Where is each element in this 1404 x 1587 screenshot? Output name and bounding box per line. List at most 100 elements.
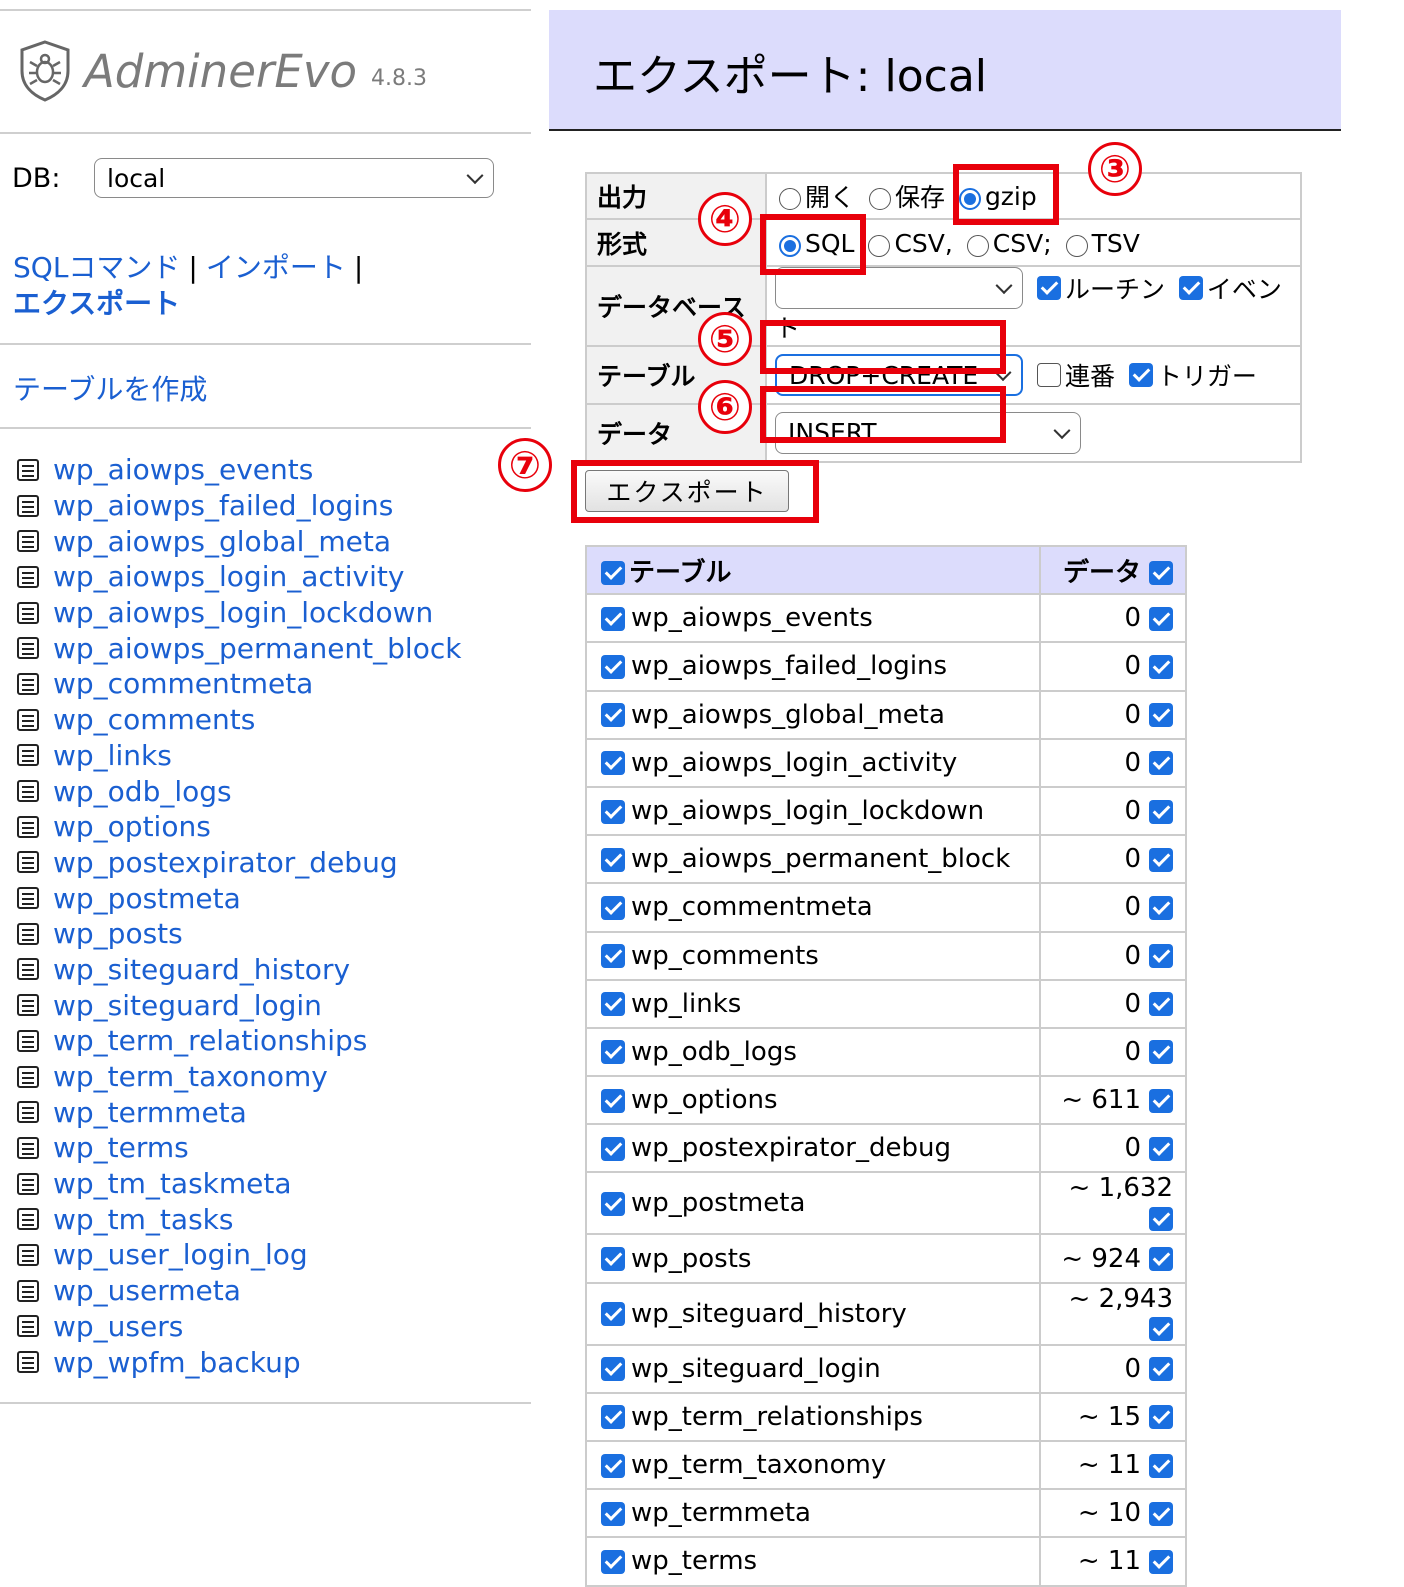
table-checkbox[interactable] xyxy=(601,847,625,872)
sidebar-table-link[interactable]: wp_options xyxy=(53,810,211,843)
sidebar-table-link[interactable]: wp_users xyxy=(53,1310,183,1343)
import-link[interactable]: インポート xyxy=(206,251,346,284)
table-icon[interactable] xyxy=(17,1136,39,1159)
format-csv-semicolon-radio[interactable] xyxy=(966,235,989,258)
create-table-link[interactable]: テーブルを作成 xyxy=(13,368,207,408)
table-checkbox[interactable] xyxy=(601,895,625,920)
data-checkbox[interactable] xyxy=(1149,751,1173,776)
table-checkbox[interactable] xyxy=(601,1302,625,1327)
select-all-tables-checkbox[interactable] xyxy=(601,561,625,586)
sidebar-table-item[interactable]: wp_aiowps_failed_logins xyxy=(17,488,461,524)
sidebar-table-link[interactable]: wp_posts xyxy=(53,917,183,950)
table-icon[interactable] xyxy=(17,1029,39,1052)
data-checkbox[interactable] xyxy=(1149,895,1173,920)
sidebar-table-item[interactable]: wp_tm_taskmeta xyxy=(17,1166,461,1202)
sidebar-table-link[interactable]: wp_siteguard_history xyxy=(53,953,350,986)
db-select[interactable]: local xyxy=(94,158,494,198)
sidebar-table-link[interactable]: wp_links xyxy=(53,739,172,772)
table-icon[interactable] xyxy=(17,1065,39,1088)
table-checkbox[interactable] xyxy=(601,1088,625,1113)
export-link[interactable]: エクスポート xyxy=(13,287,180,320)
table-icon[interactable] xyxy=(17,922,39,945)
data-checkbox[interactable] xyxy=(1149,1088,1173,1113)
table-icon[interactable] xyxy=(17,1279,39,1302)
table-icon[interactable] xyxy=(17,530,39,553)
sidebar-table-link[interactable]: wp_aiowps_login_activity xyxy=(53,560,404,593)
data-checkbox[interactable] xyxy=(1149,1136,1173,1161)
table-icon[interactable] xyxy=(17,1315,39,1338)
data-checkbox[interactable] xyxy=(1149,1405,1173,1430)
data-checkbox[interactable] xyxy=(1149,944,1173,969)
table-icon[interactable] xyxy=(17,565,39,588)
sidebar-table-item[interactable]: wp_links xyxy=(17,738,461,774)
sidebar-table-item[interactable]: wp_aiowps_events xyxy=(17,452,461,488)
table-icon[interactable] xyxy=(17,494,39,517)
triggers-checkbox[interactable] xyxy=(1128,363,1153,387)
table-checkbox[interactable] xyxy=(601,992,625,1017)
data-checkbox[interactable] xyxy=(1149,1247,1173,1272)
table-icon[interactable] xyxy=(17,780,39,803)
sidebar-table-link[interactable]: wp_postexpirator_debug xyxy=(53,846,398,879)
export-button[interactable]: エクスポート xyxy=(585,470,789,512)
sidebar-table-item[interactable]: wp_termmeta xyxy=(17,1094,461,1130)
table-checkbox[interactable] xyxy=(601,1453,625,1478)
table-icon[interactable] xyxy=(17,1208,39,1231)
table-checkbox[interactable] xyxy=(601,944,625,969)
sidebar-table-item[interactable]: wp_options xyxy=(17,809,461,845)
sidebar-table-link[interactable]: wp_comments xyxy=(53,703,255,736)
data-checkbox[interactable] xyxy=(1149,606,1173,631)
table-checkbox[interactable] xyxy=(601,799,625,824)
data-checkbox[interactable] xyxy=(1149,1317,1173,1342)
select-all-data-checkbox[interactable] xyxy=(1149,561,1173,586)
table-checkbox[interactable] xyxy=(601,1040,625,1065)
sidebar-table-item[interactable]: wp_usermeta xyxy=(17,1273,461,1309)
events-checkbox[interactable] xyxy=(1178,276,1203,300)
auto-increment-checkbox[interactable] xyxy=(1036,363,1061,387)
sidebar-table-item[interactable]: wp_term_taxonomy xyxy=(17,1059,461,1095)
table-checkbox[interactable] xyxy=(601,1501,625,1526)
table-checkbox[interactable] xyxy=(601,1136,625,1161)
sidebar-table-link[interactable]: wp_term_relationships xyxy=(53,1024,367,1057)
sidebar-table-link[interactable]: wp_aiowps_events xyxy=(53,453,313,486)
sidebar-table-item[interactable]: wp_postexpirator_debug xyxy=(17,845,461,881)
data-checkbox[interactable] xyxy=(1149,1453,1173,1478)
sidebar-table-item[interactable]: wp_aiowps_login_activity xyxy=(17,559,461,595)
table-icon[interactable] xyxy=(17,958,39,981)
data-checkbox[interactable] xyxy=(1149,1549,1173,1574)
table-icon[interactable] xyxy=(17,1101,39,1124)
sidebar-table-item[interactable]: wp_tm_tasks xyxy=(17,1201,461,1237)
output-save-radio[interactable] xyxy=(868,188,891,210)
sidebar-table-link[interactable]: wp_tm_taskmeta xyxy=(53,1167,292,1200)
sidebar-table-item[interactable]: wp_siteguard_history xyxy=(17,952,461,988)
sidebar-table-item[interactable]: wp_aiowps_global_meta xyxy=(17,523,461,559)
table-icon[interactable] xyxy=(17,887,39,910)
table-checkbox[interactable] xyxy=(601,606,625,631)
sidebar-table-link[interactable]: wp_commentmeta xyxy=(53,667,313,700)
data-checkbox[interactable] xyxy=(1149,654,1173,679)
table-icon[interactable] xyxy=(17,1172,39,1195)
data-checkbox[interactable] xyxy=(1149,1501,1173,1526)
sidebar-table-link[interactable]: wp_terms xyxy=(53,1131,189,1164)
data-checkbox[interactable] xyxy=(1149,1357,1173,1382)
table-checkbox[interactable] xyxy=(601,1405,625,1430)
sidebar-table-link[interactable]: wp_aiowps_failed_logins xyxy=(53,489,393,522)
table-checkbox[interactable] xyxy=(601,751,625,776)
data-checkbox[interactable] xyxy=(1149,992,1173,1017)
sidebar-table-link[interactable]: wp_odb_logs xyxy=(53,775,232,808)
table-checkbox[interactable] xyxy=(601,703,625,728)
data-checkbox[interactable] xyxy=(1149,1040,1173,1065)
table-icon[interactable] xyxy=(17,1243,39,1266)
table-icon[interactable] xyxy=(17,851,39,874)
data-checkbox[interactable] xyxy=(1149,799,1173,824)
sidebar-table-link[interactable]: wp_aiowps_permanent_block xyxy=(53,632,461,665)
sidebar-table-item[interactable]: wp_posts xyxy=(17,916,461,952)
logo[interactable]: AdminerEvo 4.8.3 xyxy=(18,38,427,104)
sidebar-table-link[interactable]: wp_aiowps_global_meta xyxy=(53,525,391,558)
sidebar-table-item[interactable]: wp_terms xyxy=(17,1130,461,1166)
table-checkbox[interactable] xyxy=(601,1549,625,1574)
routines-checkbox[interactable] xyxy=(1036,276,1061,300)
table-checkbox[interactable] xyxy=(601,1357,625,1382)
sidebar-table-item[interactable]: wp_term_relationships xyxy=(17,1023,461,1059)
sidebar-table-link[interactable]: wp_postmeta xyxy=(53,882,241,915)
data-checkbox[interactable] xyxy=(1149,847,1173,872)
